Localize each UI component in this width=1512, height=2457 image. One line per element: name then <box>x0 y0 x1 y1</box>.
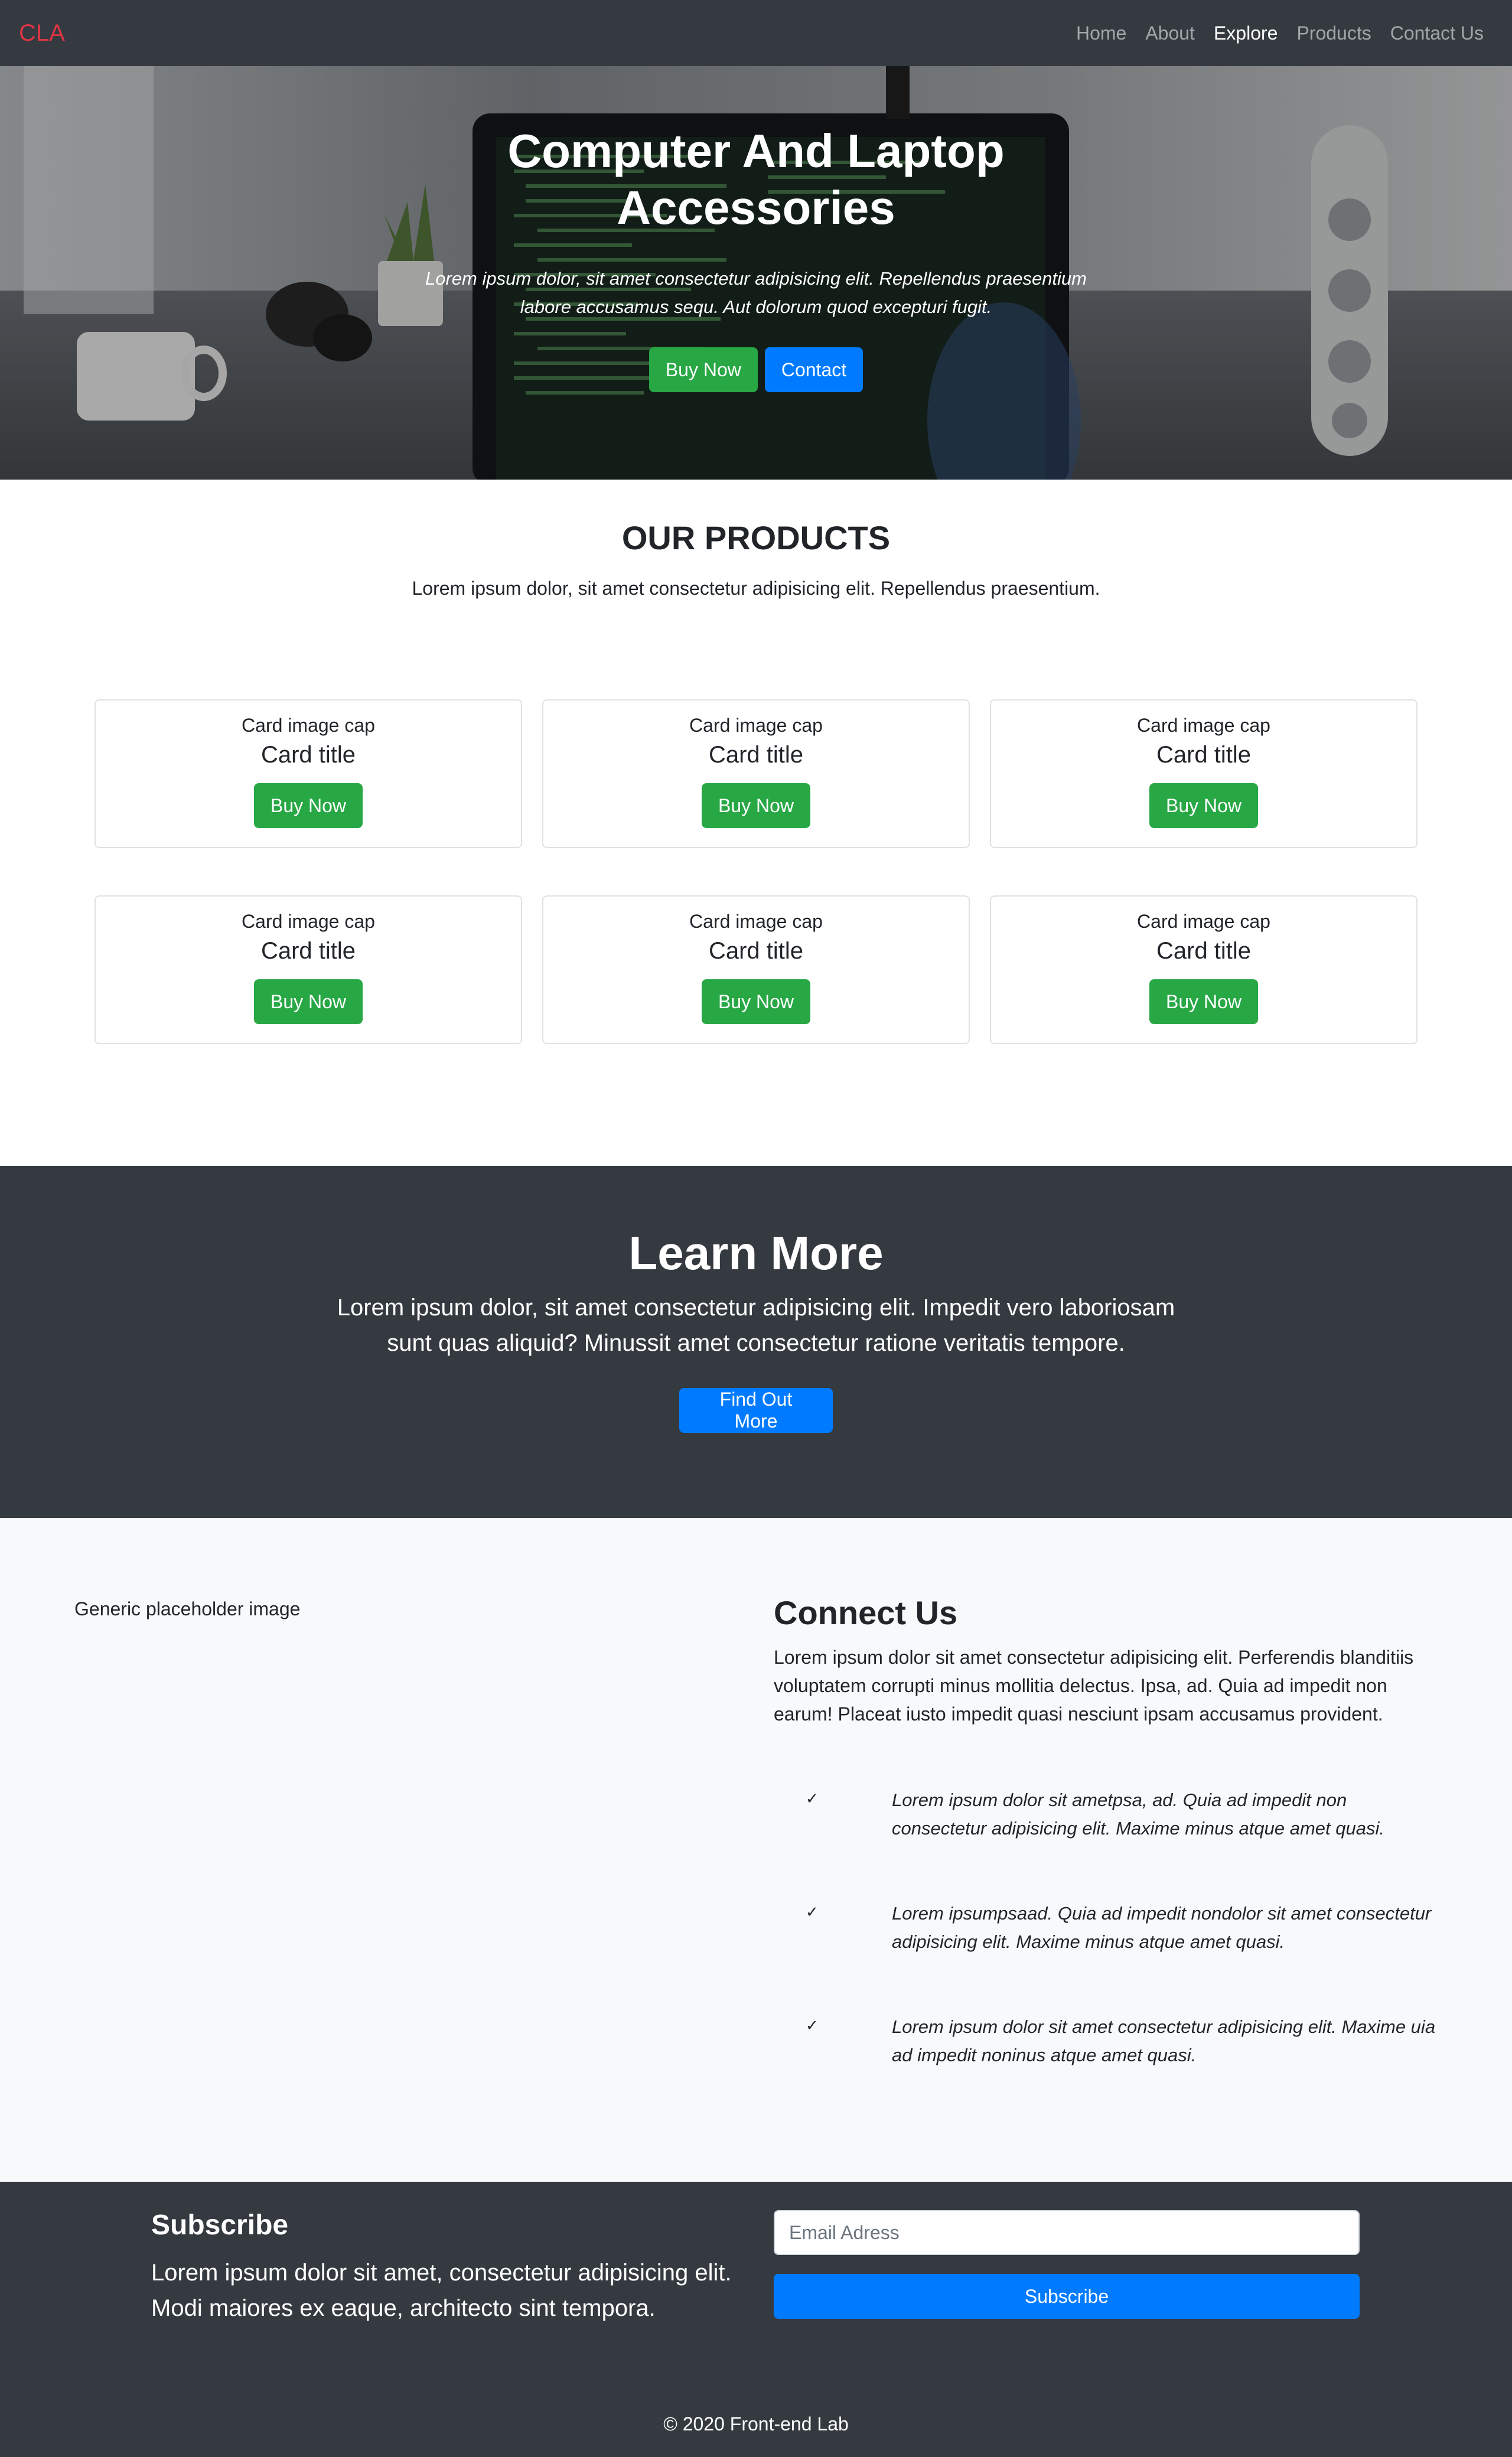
products-title: OUR PRODUCTS <box>621 519 891 556</box>
subscribe-text: Lorem ipsum dolor sit amet, consectetur … <box>151 2260 732 2321</box>
products-section: OUR PRODUCTS Lorem ipsum dolor, sit amet… <box>0 480 1512 1166</box>
feature-item: ✓ Lorem ipsum dolor sit amet consectetur… <box>774 2013 1441 2078</box>
card-title: Card title <box>1156 938 1252 964</box>
card-buy-now-button[interactable]: Buy Now <box>1149 979 1259 1024</box>
card-image-cap: Card image cap <box>689 911 823 932</box>
hero-contact-button[interactable]: Contact <box>764 347 863 392</box>
feature-text: Lorem ipsumpsaad. Quia ad impedit nondol… <box>892 1903 1432 1952</box>
card-title: Card title <box>260 742 356 768</box>
navbar: CLA Home About Explore Products Contact … <box>0 0 1512 66</box>
brand-logo[interactable]: CLA <box>19 20 65 47</box>
card-image-cap: Card image cap <box>689 715 823 736</box>
feature-text: Lorem ipsum dolor sit amet consectetur a… <box>892 2016 1436 2065</box>
card-title: Card title <box>260 938 356 964</box>
check-icon: ✓ <box>806 2016 819 2034</box>
connect-title: Connect Us <box>774 1594 958 1631</box>
card-buy-now-button[interactable]: Buy Now <box>253 979 363 1024</box>
card-title: Card title <box>708 742 804 768</box>
hero-content: Computer And Laptop Accessories Lorem ip… <box>402 123 1110 392</box>
connect-text: Lorem ipsum dolor sit amet consectetur a… <box>774 1647 1414 1725</box>
placeholder-image: Generic placeholder image <box>74 1598 301 1619</box>
hero-title: Computer And Laptop Accessories <box>507 125 1005 234</box>
product-card: Card image cap Card title Buy Now <box>94 699 522 848</box>
feature-item: ✓ Lorem ipsumpsaad. Quia ad impedit nond… <box>774 1899 1441 1964</box>
feature-text: Lorem ipsum dolor sit ametpsa, ad. Quia … <box>892 1790 1384 1839</box>
nav-links: Home About Explore Products Contact Us <box>1076 22 1484 44</box>
card-image-cap: Card image cap <box>1137 715 1270 736</box>
product-card: Card image cap Card title Buy Now <box>94 895 522 1044</box>
card-buy-now-button[interactable]: Buy Now <box>701 979 811 1024</box>
find-out-more-button[interactable]: Find Out More <box>679 1388 833 1433</box>
subscribe-title: Subscribe <box>151 2210 289 2241</box>
hero-buy-now-button[interactable]: Buy Now <box>649 347 758 392</box>
nav-link-contact-us[interactable]: Contact Us <box>1390 22 1484 44</box>
hero-section: Computer And Laptop Accessories Lorem ip… <box>0 66 1512 480</box>
copyright-text: © 2020 Front-end Lab <box>663 2413 849 2435</box>
feature-item: ✓ Lorem ipsum dolor sit ametpsa, ad. Qui… <box>774 1786 1441 1851</box>
product-card: Card image cap Card title Buy Now <box>542 699 970 848</box>
card-title: Card title <box>708 938 804 964</box>
card-title: Card title <box>1156 742 1252 768</box>
products-subtitle: Lorem ipsum dolor, sit amet consectetur … <box>412 578 1100 599</box>
card-image-cap: Card image cap <box>242 911 375 932</box>
connect-section: Generic placeholder image Connect Us Lor… <box>0 1518 1512 2182</box>
card-image-cap: Card image cap <box>242 715 375 736</box>
learn-more-title: Learn More <box>628 1227 884 1279</box>
product-card: Card image cap Card title Buy Now <box>990 699 1418 848</box>
card-buy-now-button[interactable]: Buy Now <box>701 783 811 828</box>
subscribe-footer: Subscribe Lorem ipsum dolor sit amet, co… <box>0 2182 1512 2457</box>
hero-text: Lorem ipsum dolor, sit amet consectetur … <box>425 268 1087 317</box>
nav-link-about[interactable]: About <box>1145 22 1195 44</box>
check-icon: ✓ <box>806 1903 819 1921</box>
product-card: Card image cap Card title Buy Now <box>542 895 970 1044</box>
product-card: Card image cap Card title Buy Now <box>990 895 1418 1044</box>
email-input[interactable] <box>774 2210 1360 2255</box>
card-buy-now-button[interactable]: Buy Now <box>253 783 363 828</box>
hero-buttons: Buy Now Contact <box>402 347 1110 392</box>
check-icon: ✓ <box>806 1790 819 1807</box>
nav-link-explore[interactable]: Explore <box>1214 22 1278 44</box>
learn-more-section: Learn More Lorem ipsum dolor, sit amet c… <box>0 1166 1512 1518</box>
nav-link-home[interactable]: Home <box>1076 22 1126 44</box>
nav-link-products[interactable]: Products <box>1296 22 1371 44</box>
learn-more-text: Lorem ipsum dolor, sit amet consectetur … <box>337 1295 1175 1356</box>
card-buy-now-button[interactable]: Buy Now <box>1149 783 1259 828</box>
card-image-cap: Card image cap <box>1137 911 1270 932</box>
subscribe-button[interactable]: Subscribe <box>774 2274 1360 2319</box>
